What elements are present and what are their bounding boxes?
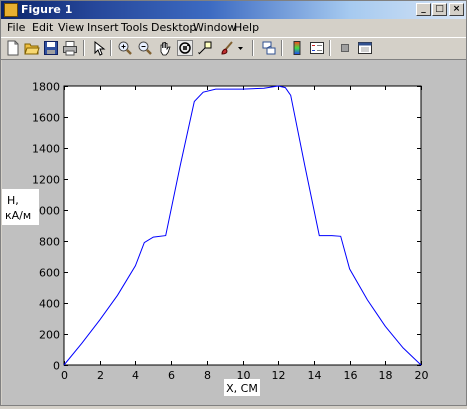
- data-cursor-icon[interactable]: [197, 40, 213, 56]
- y-tick-label: 400: [39, 298, 60, 311]
- show-plot-tools-icon[interactable]: [357, 40, 373, 56]
- toolbar-separator: [110, 40, 112, 56]
- menu-insert[interactable]: Insert: [87, 21, 119, 34]
- x-tick-label: 12: [272, 369, 286, 382]
- y-tick-label: 1200: [32, 174, 60, 187]
- rotate-3d-icon[interactable]: [177, 40, 193, 56]
- brush-icon[interactable]: [219, 40, 235, 56]
- toolbar-separator: [252, 40, 254, 56]
- menu-file[interactable]: File: [7, 21, 25, 34]
- x-tick-label: 4: [132, 369, 139, 382]
- figure-canvas: 0 2 4 6 8 10 12 14 16 18 20 0 200 400 600 800 1000 1200 14…: [2, 60, 466, 405]
- hide-plot-tools-icon[interactable]: [337, 40, 353, 56]
- menu-tools[interactable]: Tools: [121, 21, 148, 34]
- x-tick-label: 2: [97, 369, 104, 382]
- x-tick-label: 6: [168, 369, 175, 382]
- menu-help[interactable]: Help: [234, 21, 259, 34]
- y-tick-label: 1400: [32, 143, 60, 156]
- x-tick-label: 14: [308, 369, 322, 382]
- figure-toolbar: [1, 37, 466, 60]
- edit-plot-arrow-icon[interactable]: [90, 40, 106, 56]
- title-bar[interactable]: Figure 1 _ □ ×: [1, 1, 466, 19]
- matlab-figure-icon: [4, 3, 18, 17]
- menu-edit[interactable]: Edit: [32, 21, 53, 34]
- zoom-in-icon[interactable]: [117, 40, 133, 56]
- y-tick-label: 600: [39, 267, 60, 280]
- y-axis-label-line: кА/м: [5, 209, 31, 222]
- zoom-out-icon[interactable]: [137, 40, 153, 56]
- x-tick-label: 0: [61, 369, 68, 382]
- y-tick-label: 200: [39, 329, 60, 342]
- x-axis-label: X, CM: [226, 382, 258, 395]
- open-file-icon[interactable]: [24, 40, 40, 56]
- menu-view[interactable]: View: [58, 21, 84, 34]
- brush-dropdown-icon[interactable]: [237, 40, 245, 56]
- x-tick-label: 18: [379, 369, 393, 382]
- print-icon[interactable]: [62, 40, 78, 56]
- y-tick-label: 0: [53, 360, 60, 373]
- maximize-button[interactable]: □: [432, 3, 447, 16]
- save-icon[interactable]: [43, 40, 59, 56]
- close-button[interactable]: ×: [449, 3, 464, 16]
- menu-bar: File Edit View Insert Tools Desktop Wind…: [1, 20, 466, 36]
- x-tick-label: 8: [204, 369, 211, 382]
- new-figure-icon[interactable]: [5, 40, 21, 56]
- y-tick-label: 1800: [32, 81, 60, 94]
- axes-box: [63, 85, 422, 366]
- x-tick-label: 20: [415, 369, 429, 382]
- toolbar-separator: [329, 40, 331, 56]
- y-tick-label: 1600: [32, 112, 60, 125]
- axes-plot[interactable]: 0 2 4 6 8 10 12 14 16 18 2002004006008001000120014…: [2, 60, 466, 405]
- link-plot-icon[interactable]: [261, 40, 277, 56]
- window-title: Figure 1: [21, 3, 73, 16]
- minimize-button[interactable]: _: [416, 3, 431, 16]
- legend-icon[interactable]: [309, 40, 325, 56]
- figure-window: Figure 1 _ □ × File Edit View Insert Too…: [0, 0, 467, 406]
- toolbar-separator: [83, 40, 85, 56]
- pan-hand-icon[interactable]: [157, 40, 173, 56]
- menu-window[interactable]: Window: [193, 21, 236, 34]
- y-tick-label: 800: [39, 236, 60, 249]
- menu-desktop[interactable]: Desktop: [151, 21, 196, 34]
- colorbar-icon[interactable]: [289, 40, 305, 56]
- x-tick-label: 16: [344, 369, 358, 382]
- y-axis-label-line: H,: [7, 194, 19, 207]
- toolbar-separator: [281, 40, 283, 56]
